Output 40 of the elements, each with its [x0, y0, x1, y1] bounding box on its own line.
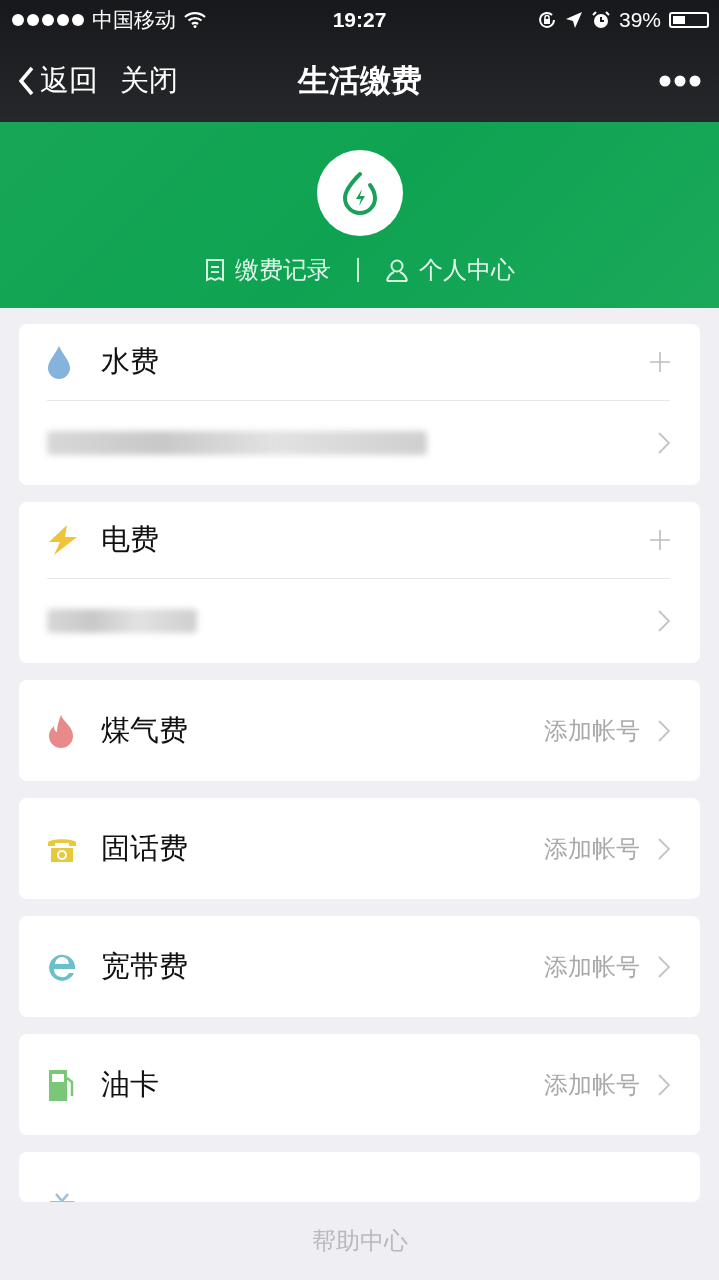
- chevron-right-icon: [658, 1073, 670, 1096]
- bill-row[interactable]: 油卡 添加帐号: [19, 1034, 700, 1135]
- bill-header-row[interactable]: 水费: [19, 324, 700, 400]
- chevron-right-icon: [658, 837, 670, 860]
- person-icon: [384, 258, 409, 282]
- page-title: 生活缴费: [297, 62, 422, 100]
- chevron-right-icon: [658, 432, 670, 454]
- battery-icon: [669, 12, 709, 28]
- close-button[interactable]: 关闭: [120, 61, 178, 101]
- wifi-icon: [184, 12, 206, 28]
- flame-icon: [47, 713, 75, 748]
- bill-type-label: 宽带费: [101, 948, 188, 984]
- chevron-right-icon: [658, 610, 670, 632]
- location-arrow-icon: [564, 11, 583, 29]
- chevron-right-icon: [658, 719, 670, 742]
- clock-time: 19:27: [332, 8, 387, 32]
- bill-row[interactable]: 宽带费 添加帐号: [19, 916, 700, 1017]
- carrier-name: 中国移动: [92, 7, 176, 33]
- bill-type-label: 电费: [101, 522, 159, 557]
- lightning-bolt-icon: [47, 524, 79, 556]
- bill-header-row[interactable]: 电费: [19, 502, 700, 578]
- bill-row[interactable]: 煤气费 添加帐号: [19, 680, 700, 781]
- chevron-right-icon: [658, 955, 670, 978]
- bill-type-label: 油卡: [101, 1066, 159, 1102]
- signal-icon: [12, 14, 84, 26]
- receipt-icon: [204, 258, 225, 282]
- bill-type-label: 固话费: [101, 830, 188, 866]
- battery-percent: 39%: [618, 8, 661, 32]
- bill-type-label: 煤气费: [101, 712, 188, 748]
- back-chevron-icon: [18, 66, 34, 96]
- water-drop-icon: [47, 345, 71, 379]
- back-button[interactable]: 返回: [18, 61, 98, 101]
- bill-type-label: 水费: [101, 344, 159, 379]
- fuel-pump-icon: [47, 1067, 75, 1102]
- plus-icon[interactable]: [650, 530, 670, 550]
- plus-icon[interactable]: [650, 352, 670, 372]
- rotation-lock-icon: [536, 10, 557, 30]
- bill-row[interactable]: 固话费 添加帐号: [19, 798, 700, 899]
- alarm-icon: [590, 10, 611, 30]
- more-button[interactable]: [659, 75, 701, 87]
